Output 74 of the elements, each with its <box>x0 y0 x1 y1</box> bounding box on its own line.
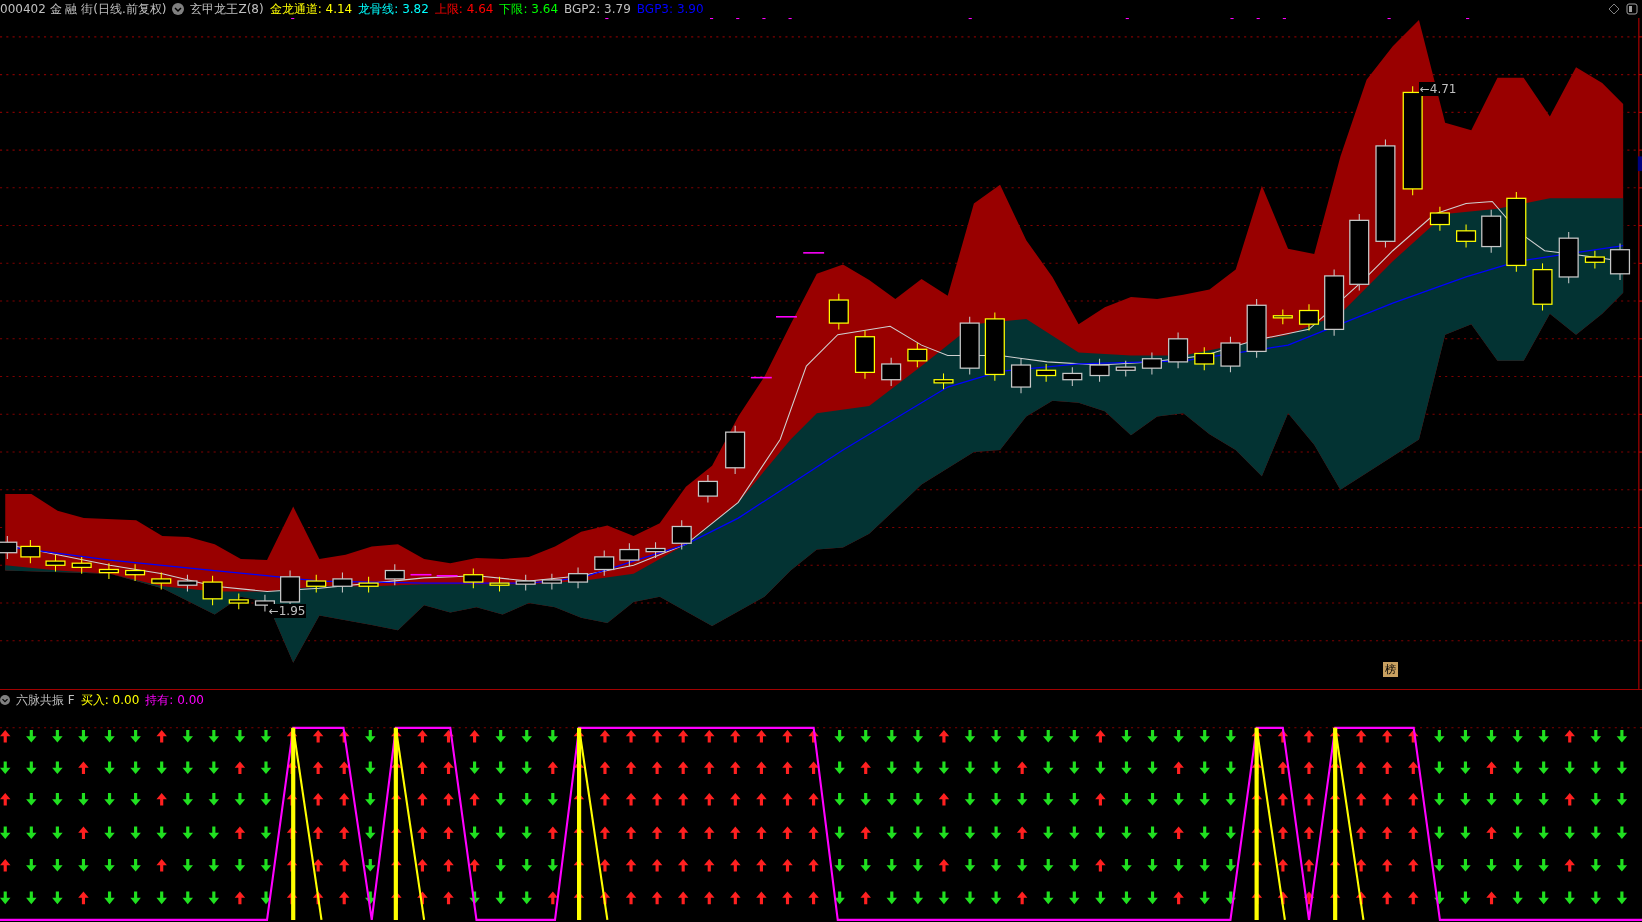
candlestick <box>1429 206 1450 232</box>
candlestick <box>1089 358 1110 383</box>
dropdown-icon[interactable] <box>172 3 185 15</box>
candlestick <box>45 554 66 573</box>
indicator-value: 金龙通道: 4.14 <box>269 0 353 18</box>
indicator-value: BGP2: 3.79 <box>564 2 631 16</box>
candlestick <box>1036 363 1057 383</box>
candlestick <box>1456 224 1477 249</box>
candlestick <box>202 575 223 606</box>
candlestick <box>1062 366 1083 387</box>
candlestick <box>775 316 798 318</box>
candlestick <box>568 566 589 589</box>
candlestick <box>151 572 172 590</box>
candlestick <box>98 562 119 580</box>
candlestick <box>802 252 825 254</box>
candlestick <box>358 576 379 594</box>
candlestick <box>854 329 876 380</box>
candlestick <box>409 573 433 576</box>
candlestick <box>750 376 773 379</box>
indicator-title: 玄甲龙王Z(8) <box>190 0 264 18</box>
candlestick <box>1609 242 1631 281</box>
price-label: ←4.71 <box>1418 82 1458 97</box>
candlestick <box>881 357 902 387</box>
candlestick <box>463 567 484 589</box>
candlestick <box>1481 209 1502 254</box>
candlestick <box>384 563 405 586</box>
candlestick <box>541 573 562 590</box>
candlestick <box>1115 360 1136 378</box>
indicator-value: 持有: 0.00 <box>145 691 204 709</box>
candlestick <box>20 539 41 564</box>
candlestick <box>933 372 954 390</box>
candlestick <box>959 316 980 375</box>
candlestick <box>619 542 640 567</box>
candlestick <box>306 574 327 594</box>
candlestick <box>725 425 746 475</box>
candlestick <box>1532 262 1553 312</box>
candlestick <box>1584 250 1605 270</box>
candlestick <box>177 574 198 593</box>
candlestick <box>1558 231 1579 284</box>
candlestick <box>489 576 510 593</box>
indicator-value: 买入: 0.00 <box>80 691 140 709</box>
candlestick <box>228 593 249 610</box>
candlestick <box>828 293 849 330</box>
indicator-value: BGP3: 3.90 <box>636 2 704 16</box>
diamond-icon[interactable] <box>1608 3 1620 15</box>
badge: 榜 <box>1382 662 1398 678</box>
candlestick <box>697 474 718 503</box>
price-tag-marker <box>1637 156 1642 172</box>
candlestick <box>1272 308 1293 325</box>
candlestick <box>515 574 536 591</box>
candlestick <box>1010 358 1032 394</box>
candlestick <box>671 519 692 551</box>
candlestick <box>1141 351 1162 375</box>
candlestick <box>71 556 92 575</box>
indicator-value: 上限: 4.64 <box>434 0 494 18</box>
candlestick <box>907 342 928 368</box>
candlestick <box>594 550 615 577</box>
candlestick <box>1324 269 1345 337</box>
candlestick <box>1168 332 1189 369</box>
candlestick <box>435 575 459 577</box>
dropdown-icon[interactable] <box>0 695 10 705</box>
candlestick <box>125 563 146 582</box>
candlestick <box>1298 303 1320 331</box>
candlestick <box>1246 298 1267 359</box>
indicator-value: 龙骨线: 3.82 <box>358 0 429 18</box>
candlestick <box>332 572 353 594</box>
indicator-value: 下限: 3.64 <box>499 0 559 18</box>
panel-icon[interactable] <box>1626 3 1638 15</box>
candlestick <box>1194 346 1215 371</box>
candlestick <box>1220 336 1241 373</box>
candlestick <box>984 312 1005 382</box>
security-title: 000402 金 融 街(日线.前复权) <box>0 0 167 18</box>
indicator-title: 六脉共振 F <box>16 691 75 709</box>
candlestick <box>645 541 666 559</box>
